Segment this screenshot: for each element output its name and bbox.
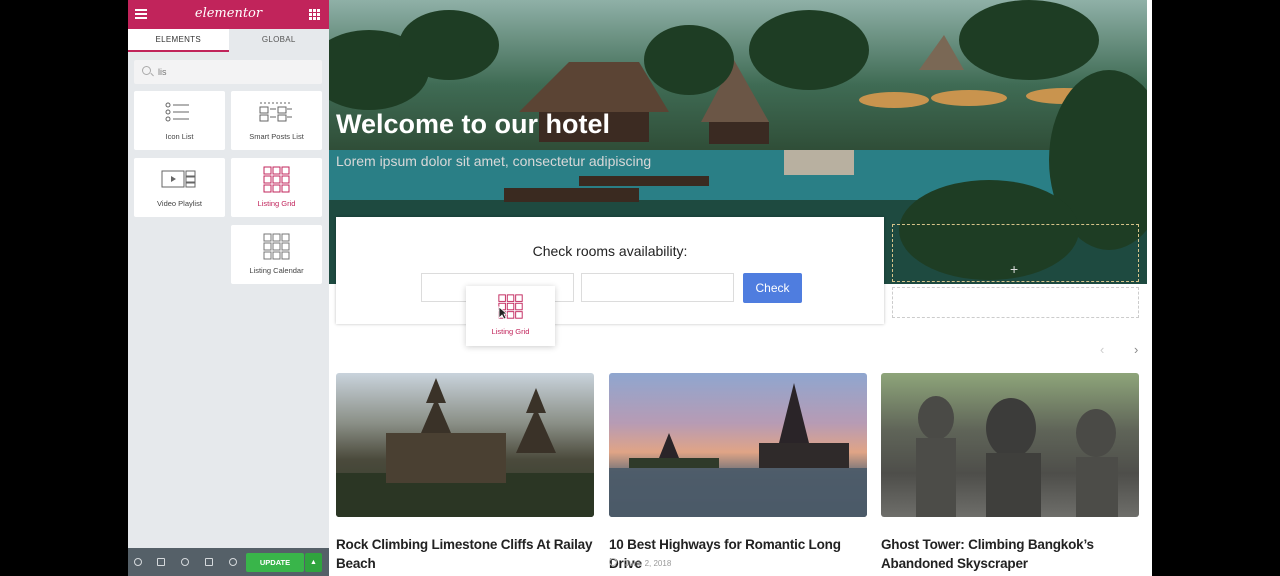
widget-smart-posts-list[interactable]: Smart Posts List [231,91,322,150]
widget-icon-list[interactable]: Icon List [134,91,225,150]
tab-elements[interactable]: ELEMENTS [128,29,229,52]
hero-subtitle: Lorem ipsum dolor sit amet, consectetur … [336,153,652,169]
dragged-listing-grid-widget[interactable]: Listing Grid [466,286,555,346]
widget-label: Icon List [165,132,194,141]
temple-photo [336,378,594,517]
editor-footer: UPDATE ▲ [128,548,329,576]
widget-label: Listing Calendar [249,266,304,275]
listing-grid-icon [263,166,290,193]
clock-icon [609,558,617,566]
update-options-button[interactable]: ▲ [305,553,322,572]
smart-posts-list-icon [259,102,292,122]
post-image-lake-temple[interactable] [609,373,867,517]
search-input[interactable] [158,65,308,79]
carousel-next-icon[interactable]: › [1134,342,1138,357]
post-image-temple[interactable] [336,373,594,517]
editor-sidebar: elementor ELEMENTS GLOBAL Icon List Smar… [128,0,329,576]
post-title[interactable]: Rock Climbing Limestone Cliffs At Railay… [336,535,596,573]
availability-form: Check rooms availability: Check [336,217,884,324]
widget-label: Video Playlist [157,199,202,208]
editor-topbar: elementor [128,0,329,29]
mouse-cursor-icon [498,306,508,320]
settings-icon[interactable] [134,558,142,566]
listing-calendar-icon [263,233,290,260]
availability-title: Check rooms availability: [532,243,688,259]
carousel-prev-icon[interactable]: ‹ [1100,342,1104,357]
post-date: June 2, 2018 [609,558,671,568]
video-playlist-icon [161,170,196,188]
navigator-icon[interactable] [157,558,165,566]
responsive-mode-icon[interactable] [205,558,213,566]
empty-column-dropzone[interactable]: + [892,224,1139,282]
page-preview: Welcome to our hotel Lorem ipsum dolor s… [329,0,1152,576]
lake-temple-photo [609,383,867,517]
check-button[interactable]: Check [743,273,802,303]
widget-listing-calendar[interactable]: Listing Calendar [231,225,322,284]
search-icon [142,66,151,75]
elementor-logo: elementor [194,6,263,21]
add-element-icon[interactable]: + [1010,261,1018,277]
history-icon[interactable] [181,558,189,566]
preview-eye-icon[interactable] [229,558,237,566]
widget-listing-grid[interactable]: Listing Grid [231,158,322,217]
widget-label: Smart Posts List [249,132,304,141]
empty-column-dropzone-2[interactable] [892,287,1139,318]
tab-global[interactable]: GLOBAL [228,29,329,52]
dragged-widget-label: Listing Grid [491,327,530,336]
check-out-field[interactable] [581,273,734,302]
widget-search [134,60,322,84]
widget-label: Listing Grid [257,199,296,208]
buddha-statues-photo [916,396,1118,517]
icon-list-icon [165,102,189,122]
widgets-grid-icon[interactable] [309,9,320,20]
panel-tabs: ELEMENTS GLOBAL [128,29,329,52]
update-button[interactable]: UPDATE [246,553,304,572]
post-date-text: June 2, 2018 [625,559,672,568]
hero-title: Welcome to our hotel [336,109,611,139]
post-image-buddha[interactable] [881,373,1139,517]
widget-video-playlist[interactable]: Video Playlist [134,158,225,217]
post-title[interactable]: Ghost Tower: Climbing Bangkok’s Abandone… [881,535,1141,573]
